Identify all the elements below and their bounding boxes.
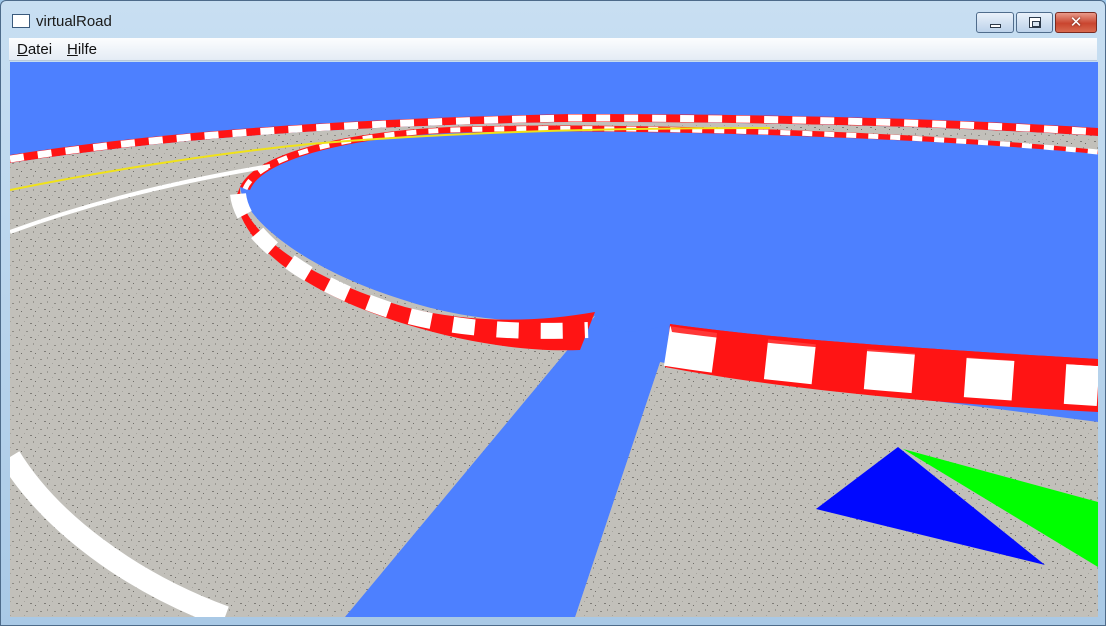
maximize-icon: [1029, 17, 1041, 28]
3d-viewport[interactable]: [10, 62, 1098, 617]
minimize-button[interactable]: [976, 12, 1014, 33]
road-scene: [10, 114, 1098, 617]
menu-datei-mnemonic: D: [17, 41, 28, 58]
menu-datei[interactable]: Datei: [17, 41, 52, 58]
menu-hilfe-label: ilfe: [77, 41, 98, 58]
title-bar[interactable]: virtualRoad ✕: [1, 1, 1105, 37]
minimize-icon: [990, 24, 1001, 28]
app-window-icon: [12, 14, 30, 28]
menu-bar: Datei Hilfe: [9, 38, 1097, 61]
menu-hilfe-mnemonic: H: [67, 41, 78, 58]
app-window: virtualRoad ✕ Datei Hilfe: [0, 0, 1106, 626]
close-icon: ✕: [1069, 13, 1083, 31]
window-title: virtualRoad: [36, 13, 112, 30]
menu-datei-label: atei: [27, 41, 53, 58]
maximize-button[interactable]: [1016, 12, 1053, 33]
close-button[interactable]: ✕: [1055, 12, 1097, 33]
menu-hilfe[interactable]: Hilfe: [67, 41, 97, 58]
